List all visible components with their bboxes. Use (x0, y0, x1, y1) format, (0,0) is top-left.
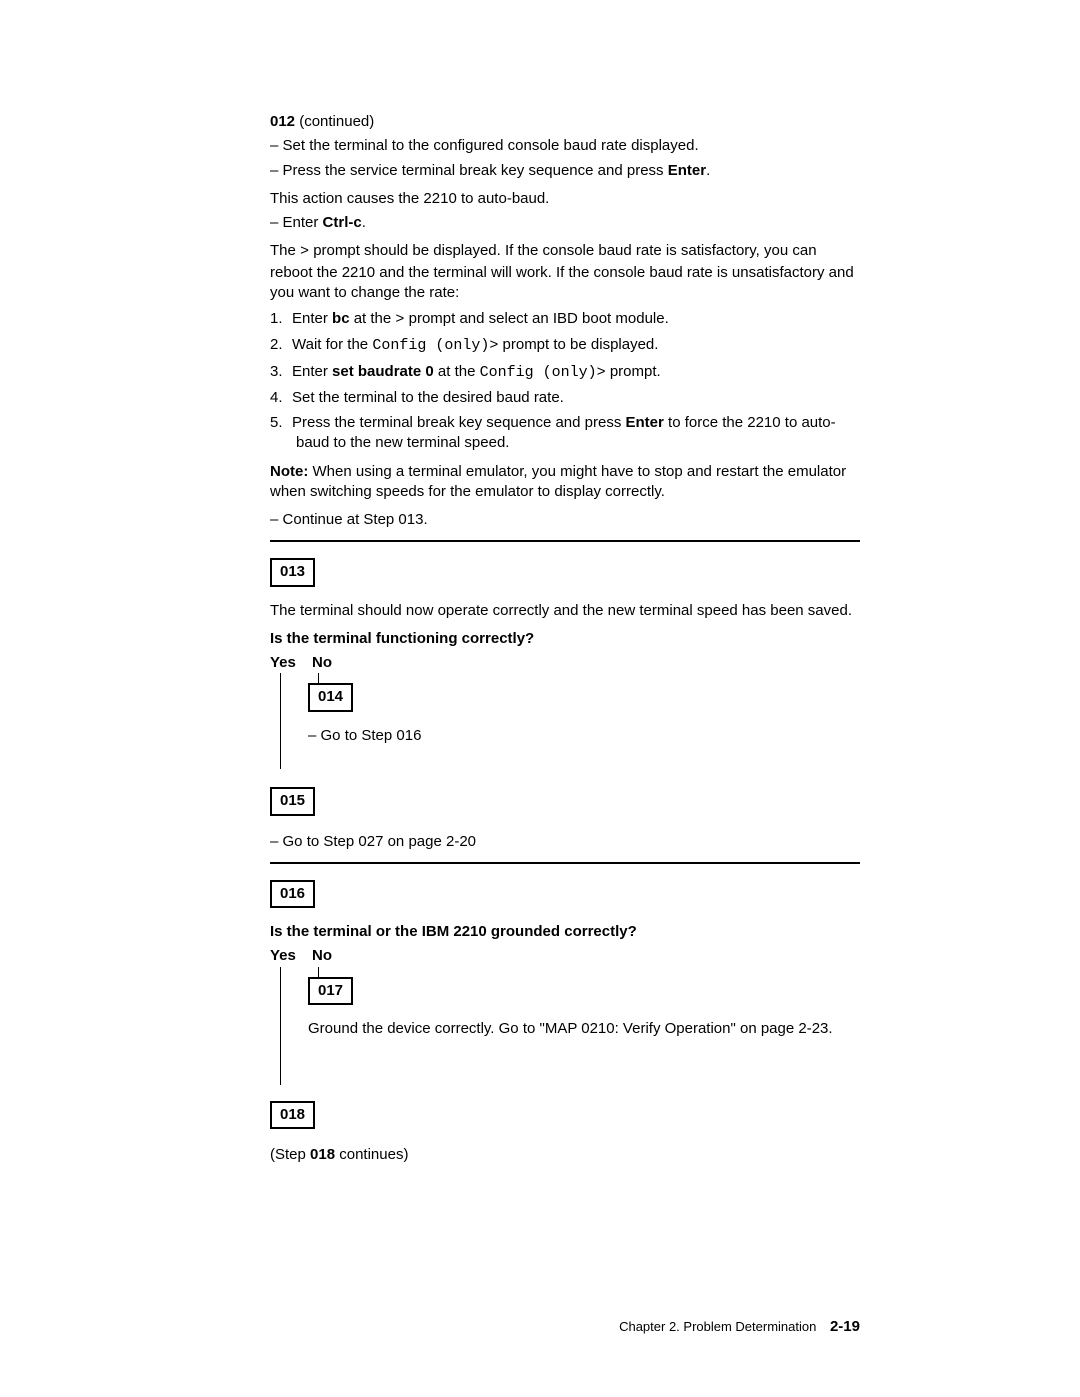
step-016: 016 Is the terminal or the IBM 2210 grou… (270, 878, 860, 1165)
step-012-number: 012 (270, 113, 295, 130)
paragraph: Ground the device correctly. Go to "MAP … (308, 1019, 860, 1039)
step-012: 012 (continued) Set the terminal to the … (270, 112, 860, 530)
no-label: No (312, 653, 332, 673)
list-item: 3.Enter set baudrate 0 at the Config (on… (270, 362, 860, 383)
no-branch: 014 Go to Step 016 (308, 673, 860, 746)
step-box-017: 017 (308, 977, 353, 1005)
bullet: Continue at Step 013. (270, 510, 860, 530)
yes-no-header: YesNo (270, 946, 860, 966)
decision-tree: 017 Ground the device correctly. Go to "… (270, 967, 860, 1099)
tree-line (280, 967, 281, 1085)
bullet: Set the terminal to the configured conso… (270, 136, 860, 156)
step-box-015: 015 (270, 787, 315, 815)
paragraph: The terminal should now operate correctl… (270, 601, 860, 621)
paragraph: The > prompt should be displayed. If the… (270, 241, 860, 303)
step-box-014: 014 (308, 683, 353, 711)
yes-label: Yes (270, 653, 312, 673)
tree-line (318, 967, 319, 979)
list-item: 2.Wait for the Config (only)> prompt to … (270, 335, 860, 356)
separator (270, 540, 860, 542)
no-label: No (312, 946, 332, 966)
page-footer: Chapter 2. Problem Determination 2-19 (619, 1317, 860, 1337)
list-item: 4.Set the terminal to the desired baud r… (270, 388, 860, 408)
step-012-header: 012 (continued) (270, 112, 860, 132)
step-box-016: 016 (270, 880, 315, 908)
ordered-list: 1.Enter bc at the > prompt and select an… (270, 309, 860, 454)
decision-tree: 014 Go to Step 016 (270, 673, 860, 785)
bullet: Go to Step 027 on page 2-20 (270, 832, 860, 852)
list-item: 1.Enter bc at the > prompt and select an… (270, 309, 860, 330)
bullet: Enter Ctrl-c. (270, 213, 860, 233)
question: Is the terminal or the IBM 2210 grounded… (270, 922, 860, 942)
question: Is the terminal functioning correctly? (270, 629, 860, 649)
page: 012 (continued) Set the terminal to the … (0, 0, 1080, 1397)
list-item: 5.Press the terminal break key sequence … (270, 413, 860, 454)
step-013: 013 The terminal should now operate corr… (270, 556, 860, 852)
no-branch: 017 Ground the device correctly. Go to "… (308, 967, 860, 1040)
continues: (Step 018 continues) (270, 1145, 860, 1165)
step-box-018: 018 (270, 1101, 315, 1129)
chapter-label: Chapter 2. Problem Determination (619, 1319, 816, 1334)
bullet: Go to Step 016 (308, 726, 860, 746)
note: Note: When using a terminal emulator, yo… (270, 462, 860, 503)
separator (270, 862, 860, 864)
tree-line (280, 673, 281, 769)
page-number: 2-19 (830, 1318, 860, 1335)
step-box-013: 013 (270, 558, 315, 586)
step-012-continued: (continued) (295, 113, 374, 130)
yes-branch: 015 (270, 785, 860, 825)
tree-line (318, 673, 319, 685)
bullet: Press the service terminal break key seq… (270, 161, 860, 181)
paragraph: This action causes the 2210 to auto-baud… (270, 189, 860, 209)
yes-label: Yes (270, 946, 312, 966)
yes-no-header: YesNo (270, 653, 860, 673)
yes-branch: 018 (270, 1099, 860, 1139)
